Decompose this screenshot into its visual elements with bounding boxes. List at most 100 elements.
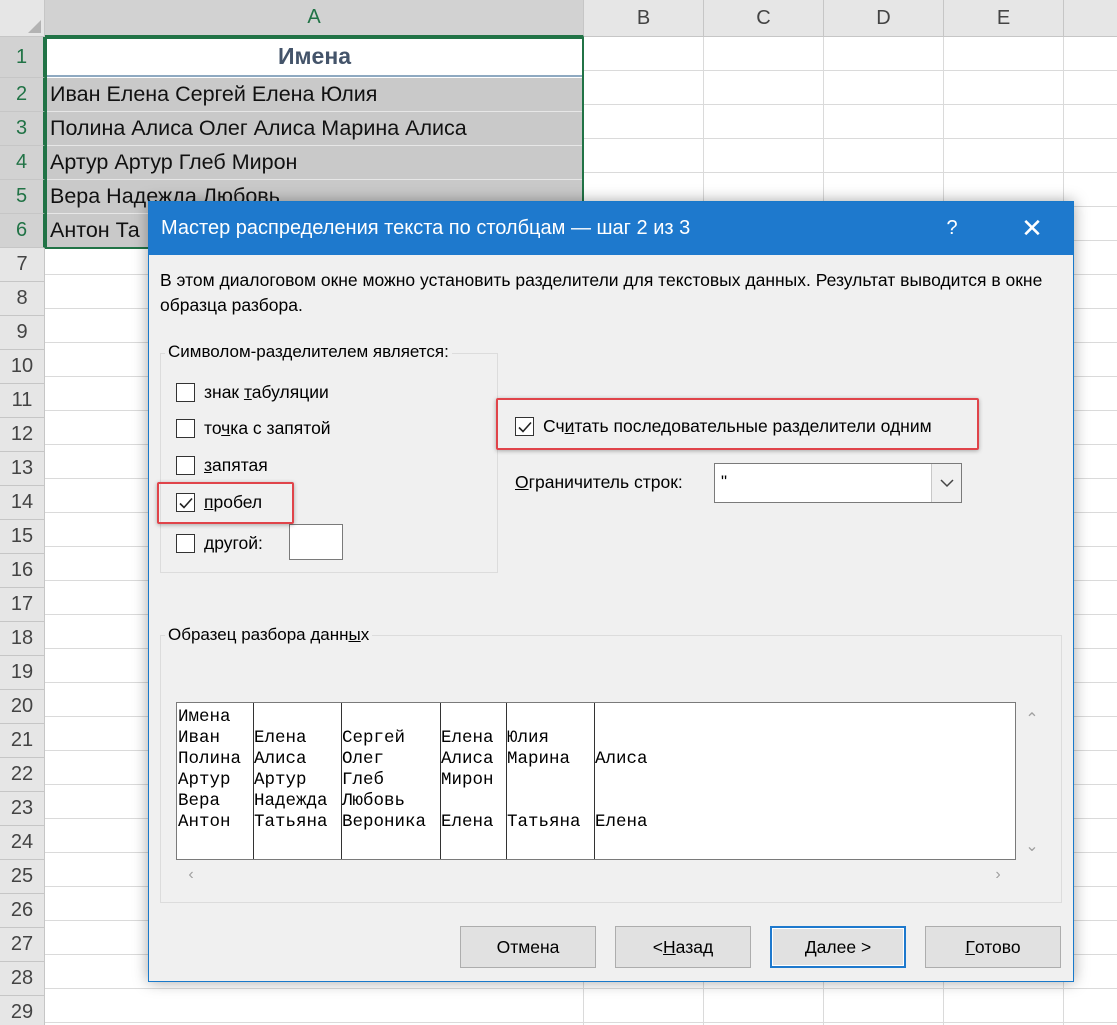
row-header-4[interactable]: 4	[0, 146, 45, 180]
dialog-description: В этом диалоговом окне можно установить …	[160, 270, 1043, 315]
chevron-down-icon	[939, 479, 954, 488]
column-header-f[interactable]	[1064, 0, 1117, 37]
preview-cell: Алиса	[254, 749, 307, 769]
preview-cell: Юлия	[507, 728, 550, 748]
back-button[interactable]: < Назад	[615, 926, 751, 968]
scroll-right-icon[interactable]: ›	[988, 865, 1008, 885]
column-header-d[interactable]: D	[824, 0, 944, 37]
column-header-a[interactable]: A	[45, 0, 584, 37]
row-header-6[interactable]: 6	[0, 214, 45, 248]
row-header-7[interactable]: 7	[0, 248, 45, 282]
dialog-title: Мастер распределения текста по столбцам …	[161, 217, 691, 239]
delimiters-legend: Символом-разделителем является:	[165, 342, 452, 362]
row-header-24[interactable]: 24	[0, 826, 45, 860]
checkbox-consecutive-label: Считать последовательные разделители одн…	[543, 416, 932, 436]
dialog-titlebar[interactable]: Мастер распределения текста по столбцам …	[149, 202, 1073, 255]
row-header-19[interactable]: 19	[0, 656, 45, 690]
checkmark-icon	[178, 497, 193, 509]
checkbox-space[interactable]: пробел	[176, 492, 262, 513]
row-header-17[interactable]: 17	[0, 588, 45, 622]
text-qualifier-value: "	[721, 472, 728, 491]
cancel-button[interactable]: Отмена	[460, 926, 596, 968]
row-header-29[interactable]: 29	[0, 996, 45, 1025]
preview-column[interactable]: Алиса Елена	[594, 703, 1014, 859]
column-headers: A B C D E	[45, 0, 1117, 37]
scroll-down-icon[interactable]: ⌄	[1022, 836, 1042, 856]
row-header-16[interactable]: 16	[0, 554, 45, 588]
scroll-up-icon[interactable]: ⌃	[1022, 709, 1042, 729]
checkbox-tab[interactable]: знак табуляции	[176, 382, 329, 403]
preview-cell: Олег	[342, 749, 385, 769]
checkbox-space-box[interactable]	[176, 493, 195, 512]
text-qualifier-label: Ограничитель строк:	[515, 472, 683, 492]
row-header-1[interactable]: 1	[0, 37, 45, 78]
column-header-c[interactable]: C	[704, 0, 824, 37]
finish-button[interactable]: Готово	[925, 926, 1061, 968]
preview-cell: Вероника	[342, 812, 427, 832]
preview-cell: Любовь	[342, 791, 406, 811]
row-header-10[interactable]: 10	[0, 350, 45, 384]
next-button[interactable]: Далее >	[770, 926, 906, 968]
row-header-28[interactable]: 28	[0, 962, 45, 996]
other-delimiter-input[interactable]	[289, 524, 343, 560]
preview-cell: Алиса	[441, 749, 494, 769]
preview-cell: Алиса	[595, 749, 648, 769]
checkbox-consecutive-box[interactable]	[515, 417, 534, 436]
data-preview-pane[interactable]: Имена Иван Полина Артур Вера Антон Елена Алиса А…	[176, 702, 1016, 860]
row-header-23[interactable]: 23	[0, 792, 45, 826]
checkbox-semicolon-box[interactable]	[176, 419, 195, 438]
close-button[interactable]: ✕	[1009, 202, 1055, 255]
checkbox-other[interactable]: другой:	[176, 533, 263, 554]
row-header-27[interactable]: 27	[0, 928, 45, 962]
preview-cell: Иван	[178, 728, 221, 748]
row-header-25[interactable]: 25	[0, 860, 45, 894]
checkbox-semicolon-label: точка с запятой	[204, 418, 331, 438]
preview-column[interactable]: Юлия Марина Татьяна	[506, 703, 595, 859]
column-header-e[interactable]: E	[944, 0, 1064, 37]
row-header-18[interactable]: 18	[0, 622, 45, 656]
checkbox-comma[interactable]: запятая	[176, 455, 268, 476]
row-header-22[interactable]: 22	[0, 758, 45, 792]
row-header-13[interactable]: 13	[0, 452, 45, 486]
preview-cell: Глеб	[342, 770, 385, 790]
row-header-11[interactable]: 11	[0, 384, 45, 418]
checkbox-other-box[interactable]	[176, 534, 195, 553]
row-header-5[interactable]: 5	[0, 180, 45, 214]
help-button[interactable]: ?	[929, 202, 975, 255]
row-header-8[interactable]: 8	[0, 282, 45, 316]
column-header-b[interactable]: B	[584, 0, 704, 37]
cell-a1[interactable]: Имена	[45, 37, 584, 77]
text-qualifier-select[interactable]: "	[714, 463, 962, 503]
preview-column[interactable]: Имена Иван Полина Артур Вера Антон	[177, 703, 254, 859]
select-all-corner[interactable]	[0, 0, 45, 37]
row-header-15[interactable]: 15	[0, 520, 45, 554]
preview-cell: Елена	[595, 812, 648, 832]
preview-column[interactable]: Сергей Олег Глеб Любовь Вероника	[341, 703, 441, 859]
cell-a2[interactable]: Иван Елена Сергей Елена Юлия	[45, 78, 584, 112]
row-header-14[interactable]: 14	[0, 486, 45, 520]
row-header-9[interactable]: 9	[0, 316, 45, 350]
checkbox-tab-box[interactable]	[176, 383, 195, 402]
scroll-left-icon[interactable]: ‹	[181, 865, 201, 885]
checkbox-consecutive[interactable]: Считать последовательные разделители одн…	[515, 416, 932, 437]
row-header-20[interactable]: 20	[0, 690, 45, 724]
checkbox-tab-label: знак табуляции	[204, 382, 329, 402]
row-header-2[interactable]: 2	[0, 78, 45, 112]
preview-cell: Елена	[254, 728, 307, 748]
checkbox-space-label: пробел	[204, 492, 263, 512]
checkbox-semicolon[interactable]: точка с запятой	[176, 418, 331, 439]
row-header-3[interactable]: 3	[0, 112, 45, 146]
preview-column[interactable]: Елена Алиса Мирон Елена	[440, 703, 507, 859]
checkbox-comma-box[interactable]	[176, 456, 195, 475]
checkbox-comma-label: запятая	[204, 455, 268, 475]
cell-a3[interactable]: Полина Алиса Олег Алиса Марина Алиса	[45, 112, 584, 146]
preview-cell: Сергей	[342, 728, 406, 748]
preview-cell: Надежда	[254, 791, 328, 811]
preview-column[interactable]: Елена Алиса Артур Надежда Татьяна	[253, 703, 342, 859]
row-header-21[interactable]: 21	[0, 724, 45, 758]
preview-cell: Антон	[178, 812, 231, 832]
cell-a4[interactable]: Артур Артур Глеб Мирон	[45, 146, 584, 180]
row-header-12[interactable]: 12	[0, 418, 45, 452]
dropdown-button[interactable]	[931, 464, 961, 502]
row-header-26[interactable]: 26	[0, 894, 45, 928]
